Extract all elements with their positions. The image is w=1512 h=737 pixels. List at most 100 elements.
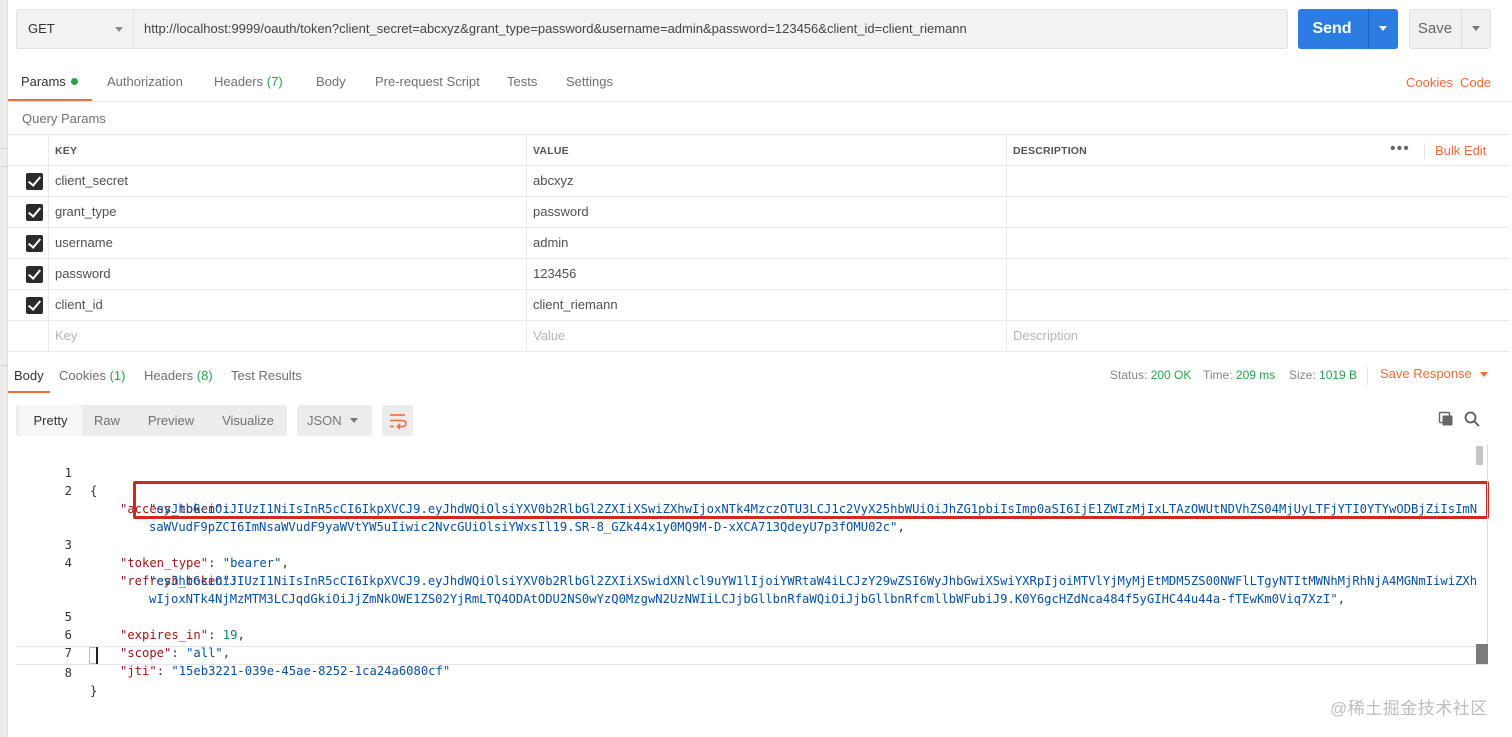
json-key: "jti" xyxy=(120,664,157,678)
new-param-row: Key Value Description xyxy=(8,321,1509,352)
tab-params-label: Params xyxy=(21,74,66,89)
param-value[interactable]: admin xyxy=(526,228,1006,258)
param-key[interactable]: client_id xyxy=(48,290,526,320)
time-label: Time: xyxy=(1203,368,1233,382)
send-options-chevron-icon[interactable] xyxy=(1379,26,1387,31)
param-description[interactable] xyxy=(1006,228,1509,258)
param-description[interactable] xyxy=(1006,290,1509,320)
search-icon[interactable] xyxy=(1464,411,1480,427)
param-description[interactable] xyxy=(1006,259,1509,289)
row-checkbox[interactable] xyxy=(26,297,43,314)
table-row: client_id client_riemann xyxy=(8,290,1509,321)
format-label: JSON xyxy=(307,413,342,428)
url-input[interactable]: http://localhost:9999/oauth/token?client… xyxy=(133,9,1288,49)
text-cursor xyxy=(96,647,98,664)
param-value[interactable]: abcxyz xyxy=(526,166,1006,196)
tab-response-headers-label: Headers xyxy=(144,368,194,383)
tab-response-headers-count: (8) xyxy=(196,368,213,383)
query-params-title: Query Params xyxy=(22,111,106,126)
editor-scrollbar-thumb[interactable] xyxy=(1476,446,1483,465)
size-value: 1019 B xyxy=(1319,368,1358,382)
param-value[interactable]: client_riemann xyxy=(526,290,1006,320)
view-raw[interactable]: Raw xyxy=(84,405,130,436)
tab-body[interactable]: Body xyxy=(316,62,346,101)
param-description[interactable] xyxy=(1006,197,1509,227)
new-key-input[interactable]: Key xyxy=(48,321,526,351)
wrap-lines-button[interactable] xyxy=(382,405,413,436)
json-string: "15eb3221-039e-45ae-8252-1ca24a6080cf" xyxy=(171,664,451,678)
tab-test-results[interactable]: Test Results xyxy=(231,361,302,391)
tab-response-headers[interactable]: Headers (8) xyxy=(144,361,213,391)
response-body-editor[interactable]: 1 { 2 "access_token": "eyJhbGciOiJIUzI1N… xyxy=(16,444,1490,698)
time-value: 209 ms xyxy=(1235,368,1276,382)
chevron-down-icon xyxy=(115,27,123,32)
response-size: Size: 1019 B xyxy=(1289,361,1357,389)
param-description[interactable] xyxy=(1006,166,1509,196)
view-preview[interactable]: Preview xyxy=(136,405,206,436)
row-checkbox[interactable] xyxy=(26,173,43,190)
more-options-icon[interactable]: ••• xyxy=(1390,135,1410,163)
code-line: "eyJhbGciOiJIUzI1NiIsInR5cCI6IkpXVCJ9.ey… xyxy=(16,554,1477,588)
param-value[interactable]: 123456 xyxy=(526,259,1006,289)
row-check-cell xyxy=(8,290,48,320)
copy-icon[interactable] xyxy=(1438,411,1454,427)
param-key[interactable]: grant_type xyxy=(48,197,526,227)
new-description-input[interactable]: Description xyxy=(1006,321,1509,351)
code-line: 3 "token_type": "bearer", xyxy=(16,518,1476,570)
code-line: 1 { xyxy=(16,446,1476,498)
save-options-chevron-icon[interactable] xyxy=(1472,26,1480,31)
row-checkbox[interactable] xyxy=(26,266,43,283)
tab-settings[interactable]: Settings xyxy=(566,62,613,101)
request-tabs: Params Authorization Headers (7) Body Pr… xyxy=(8,62,1512,102)
wrap-lines-icon xyxy=(390,414,407,430)
tab-tests[interactable]: Tests xyxy=(507,62,537,101)
save-response-button[interactable]: Save Response xyxy=(1380,361,1488,387)
save-button[interactable]: Save xyxy=(1409,9,1491,49)
view-pretty[interactable]: Pretty xyxy=(19,405,82,436)
new-value-input[interactable]: Value xyxy=(526,321,1006,351)
send-label: Send xyxy=(1312,20,1352,37)
column-header-value: VALUE xyxy=(526,135,1006,165)
status-label: Status: xyxy=(1110,368,1148,382)
code-line: 8 } xyxy=(16,646,1476,698)
tab-response-cookies[interactable]: Cookies (1) xyxy=(59,361,125,391)
active-tab-indicator xyxy=(8,99,92,101)
tab-authorization[interactable]: Authorization xyxy=(107,62,183,101)
row-check-cell xyxy=(8,228,48,258)
tab-response-cookies-count: (1) xyxy=(109,368,126,383)
param-value[interactable]: password xyxy=(526,197,1006,227)
sidebar-divider xyxy=(0,148,8,149)
line-number: 8 xyxy=(64,666,72,680)
tab-headers[interactable]: Headers (7) xyxy=(214,62,283,101)
code-line: 4 "refresh_token": xyxy=(16,536,1476,588)
send-button[interactable]: Send xyxy=(1298,9,1398,49)
tab-pre-request-script[interactable]: Pre-request Script xyxy=(375,62,480,101)
code-line: wIjoxNTk4NjMzMTM3LCJqdGkiOiJjZmNkOWE1ZS0… xyxy=(16,572,1476,606)
bulk-edit-link[interactable]: Bulk Edit xyxy=(1435,135,1486,167)
status-value: 200 OK xyxy=(1150,368,1192,382)
param-key[interactable]: username xyxy=(48,228,526,258)
save-divider xyxy=(1461,10,1462,48)
method-select[interactable]: GET xyxy=(16,9,133,49)
header-check-cell xyxy=(8,135,48,165)
response-status: Status: 200 OK xyxy=(1110,361,1191,389)
code-link[interactable]: Code xyxy=(1460,62,1491,104)
param-key[interactable]: password xyxy=(48,259,526,289)
table-row: grant_type password xyxy=(8,197,1509,228)
column-header-description: DESCRIPTION xyxy=(1006,135,1509,165)
cookies-link[interactable]: Cookies xyxy=(1406,62,1453,104)
tab-response-body[interactable]: Body xyxy=(14,361,44,391)
row-check-cell xyxy=(8,321,48,351)
sidebar-divider xyxy=(0,166,8,167)
code-line: 6 "scope": "all", xyxy=(16,608,1476,660)
param-key[interactable]: client_secret xyxy=(48,166,526,196)
view-visualize[interactable]: Visualize xyxy=(210,405,286,436)
row-checkbox[interactable] xyxy=(26,235,43,252)
format-select[interactable]: JSON xyxy=(297,405,372,436)
table-row: username admin xyxy=(8,228,1509,259)
row-checkbox[interactable] xyxy=(26,204,43,221)
tab-params[interactable]: Params xyxy=(21,62,78,101)
editor-scrollbar-track[interactable] xyxy=(1487,444,1488,664)
row-check-cell xyxy=(8,197,48,227)
response-time: Time: 209 ms xyxy=(1203,361,1275,389)
